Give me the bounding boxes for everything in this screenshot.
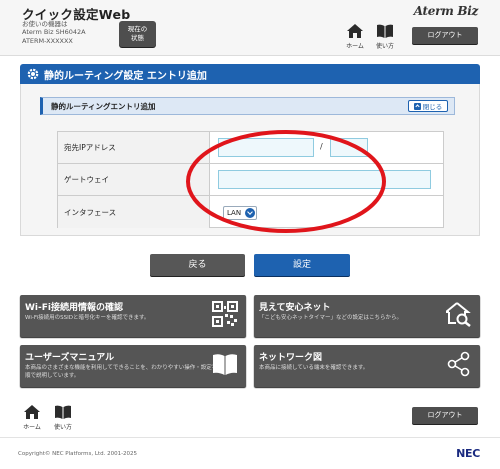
collapse-label: 閉じる	[422, 103, 443, 111]
network-share-icon	[447, 351, 470, 377]
page-title-bar: 静的ルーティング設定 エントリ追加	[20, 64, 480, 84]
tile-network-map[interactable]: ネットワーク図 本商品に接続している端末を確認できます。	[254, 345, 480, 387]
form-row-gateway: ゲートウェイ	[58, 164, 443, 196]
gateway-label: ゲートウェイ	[58, 164, 210, 195]
home-icon	[24, 405, 40, 419]
back-button[interactable]: 戻る	[150, 254, 245, 276]
dest-mask-input[interactable]	[330, 138, 368, 157]
tile-user-manual[interactable]: ユーザーズマニュアル 本商品のさまざまな機能を利用してできることを、わかりやすい…	[20, 345, 246, 387]
home-icon	[347, 24, 363, 38]
gateway-input[interactable]	[218, 170, 431, 189]
interface-select[interactable]: LAN	[223, 206, 257, 220]
home-nav[interactable]: ホーム	[342, 24, 368, 50]
logout-button[interactable]: ログアウト	[412, 27, 478, 44]
device-info: お使いの機器は Aterm Biz SH6042A ATERM-XXXXXX	[22, 20, 86, 45]
chevron-up-icon	[413, 102, 421, 110]
footer-home-label: ホーム	[23, 424, 41, 431]
status-button-line2: 状態	[131, 33, 144, 42]
tile-desc: 本商品に接続している端末を確認できます。	[259, 365, 369, 371]
tile-title: ネットワーク図	[259, 353, 323, 363]
set-button[interactable]: 設定	[254, 254, 350, 276]
footer-home-nav[interactable]: ホーム	[19, 405, 45, 431]
header: クイック設定Web お使いの機器は Aterm Biz SH6042A ATER…	[0, 0, 500, 56]
help-nav[interactable]: 使い方	[372, 24, 398, 50]
tile-wifi-info[interactable]: Wi-Fi接続用情報の確認 Wi-Fi接続用のSSIDと暗号化キーを確認できます…	[20, 295, 246, 337]
brand-logo: Aterm Biz	[413, 4, 479, 18]
dest-ip-label: 宛先IPアドレス	[58, 132, 210, 163]
status-button-line1: 現在の	[127, 25, 148, 33]
section-title: 静的ルーティングエントリ追加	[51, 101, 156, 111]
home-search-icon	[446, 302, 471, 327]
current-status-button[interactable]: 現在の 状態	[119, 21, 156, 47]
form-row-interface: インタフェース LAN	[58, 196, 443, 228]
footer-help-label: 使い方	[53, 424, 72, 431]
page-title: 静的ルーティング設定 エントリ追加	[44, 70, 207, 82]
tile-safe-net[interactable]: 見えて安心ネット 「こども安心ネットタイマー」などの設定はこちらから。	[254, 295, 480, 337]
device-ssid: ATERM-XXXXXX	[22, 36, 73, 45]
collapse-button[interactable]: 閉じる	[408, 100, 448, 112]
help-label: 使い方	[375, 43, 394, 50]
ip-separator: /	[320, 142, 323, 151]
chevron-down-icon	[245, 208, 255, 218]
book-icon	[377, 24, 393, 38]
tile-title: 見えて安心ネット	[259, 303, 331, 313]
home-label: ホーム	[346, 43, 364, 50]
tile-desc: 本商品のさまざまな機能を利用してできることを、わかりやすい操作・設定手順で説明し…	[25, 365, 218, 379]
nec-logo: NEC	[456, 447, 480, 460]
dest-ip-input[interactable]	[218, 138, 314, 157]
interface-label: インタフェース	[58, 196, 210, 228]
tile-desc: 「こども安心ネットタイマー」などの設定はこちらから。	[259, 315, 403, 321]
footer-logout-button[interactable]: ログアウト	[412, 407, 478, 424]
qr-code-icon	[212, 301, 238, 327]
tile-title: Wi-Fi接続用情報の確認	[25, 303, 123, 313]
form-row-dest-ip: 宛先IPアドレス /	[58, 132, 443, 164]
tile-desc: Wi-Fi接続用のSSIDと暗号化キーを確認できます。	[25, 315, 150, 321]
entry-form: 宛先IPアドレス / ゲートウェイ インタフェース LAN	[57, 131, 444, 228]
gear-icon	[27, 68, 39, 80]
manual-book-icon	[213, 354, 237, 375]
device-model: Aterm Biz SH6042A	[22, 28, 86, 37]
copyright: Copyright© NEC Platforms, Ltd. 2001-2025	[18, 451, 138, 457]
book-icon	[55, 405, 71, 419]
footer-divider	[0, 437, 500, 438]
interface-selected: LAN	[227, 209, 242, 217]
device-label: お使いの機器は	[22, 20, 68, 28]
tile-title: ユーザーズマニュアル	[25, 353, 115, 363]
section-header: 静的ルーティングエントリ追加 閉じる	[40, 97, 455, 115]
footer-help-nav[interactable]: 使い方	[50, 405, 76, 431]
